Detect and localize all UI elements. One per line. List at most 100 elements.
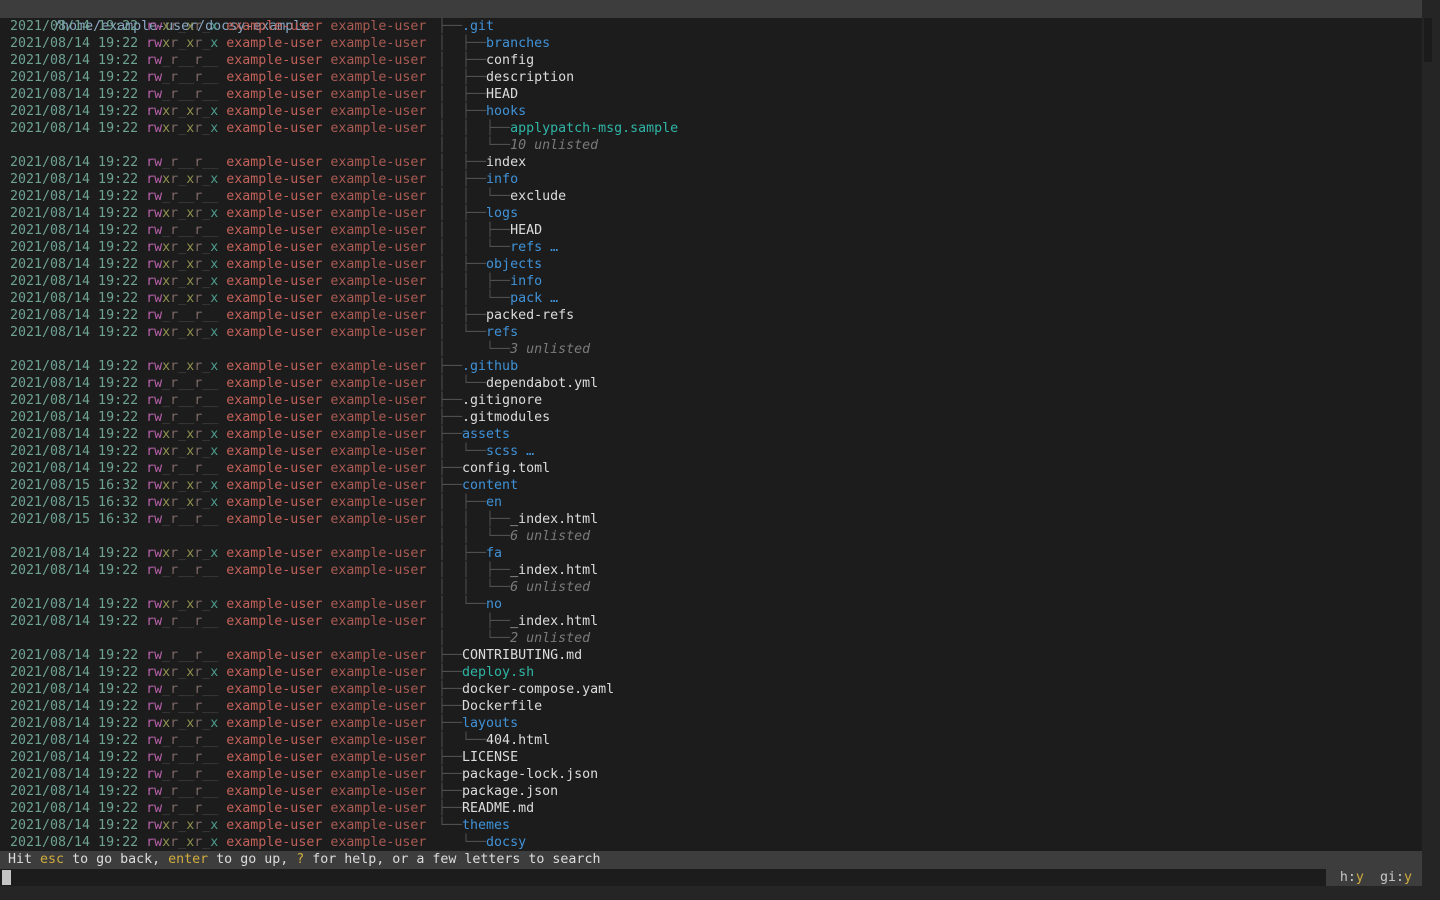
file-row[interactable]: │ └──2 unlisted	[0, 630, 1422, 647]
file-row[interactable]: 2021/08/14 19:22 rw_r__r__ example-user …	[0, 613, 1422, 630]
file-row[interactable]: 2021/08/14 19:22 rw_r__r__ example-user …	[0, 188, 1422, 205]
tree-entry-name[interactable]: config	[486, 53, 534, 68]
scrollbar[interactable]	[1422, 0, 1440, 900]
file-row[interactable]: 2021/08/14 19:22 rwxr_xr_x example-user …	[0, 817, 1422, 834]
tree-entry-name[interactable]: index	[486, 155, 526, 170]
file-row[interactable]: 2021/08/14 19:22 rwxr_xr_x example-user …	[0, 545, 1422, 562]
tree-entry-name[interactable]: docsy	[486, 835, 526, 850]
file-row[interactable]: 2021/08/14 19:22 rw_r__r__ example-user …	[0, 749, 1422, 766]
file-row[interactable]: 2021/08/14 19:22 rwxr_xr_x example-user …	[0, 273, 1422, 290]
tree-entry-name[interactable]: dependabot.yml	[486, 376, 598, 391]
file-row[interactable]: 2021/08/14 19:22 rwxr_xr_x example-user …	[0, 426, 1422, 443]
file-row[interactable]: 2021/08/14 19:22 rw_r__r__ example-user …	[0, 375, 1422, 392]
file-row[interactable]: │ └──3 unlisted	[0, 341, 1422, 358]
file-row[interactable]: 2021/08/14 19:22 rwxr_xr_x example-user …	[0, 443, 1422, 460]
tree-entry-name[interactable]: applypatch-msg.sample	[510, 121, 678, 136]
permissions: rw_r__r__	[146, 410, 218, 425]
tree-entry-name[interactable]: .gitignore	[462, 393, 542, 408]
file-row[interactable]: 2021/08/15 16:32 rwxr_xr_x example-user …	[0, 477, 1422, 494]
file-row[interactable]: 2021/08/14 19:22 rw_r__r__ example-user …	[0, 460, 1422, 477]
tree-entry-name[interactable]: README.md	[462, 801, 534, 816]
tree-entry-name[interactable]: themes	[462, 818, 510, 833]
file-row[interactable]: 2021/08/14 19:22 rw_r__r__ example-user …	[0, 69, 1422, 86]
file-row[interactable]: 2021/08/14 19:22 rw_r__r__ example-user …	[0, 52, 1422, 69]
file-row[interactable]: 2021/08/15 16:32 rwxr_xr_x example-user …	[0, 494, 1422, 511]
file-row[interactable]: 2021/08/14 19:22 rwxr_xr_x example-user …	[0, 358, 1422, 375]
search-input[interactable]: h:y gi:y	[0, 869, 1422, 886]
file-row[interactable]: 2021/08/14 19:22 rwxr_xr_x example-user …	[0, 324, 1422, 341]
tree-entry-name[interactable]: content	[462, 478, 518, 493]
file-row[interactable]: 2021/08/14 19:22 rw_r__r__ example-user …	[0, 766, 1422, 783]
tree-entry-name[interactable]: HEAD	[486, 87, 518, 102]
tree-entry-name[interactable]: refs	[510, 240, 542, 255]
file-row[interactable]: 2021/08/14 19:22 rwxr_xr_x example-user …	[0, 664, 1422, 681]
tree-entry-name[interactable]: exclude	[510, 189, 566, 204]
scrollbar-thumb[interactable]	[1424, 18, 1432, 62]
permissions: rw_r__r__	[146, 223, 218, 238]
file-row[interactable]: 2021/08/14 19:22 rw_r__r__ example-user …	[0, 562, 1422, 579]
tree-entry-name[interactable]: assets	[462, 427, 510, 442]
file-row[interactable]: 2021/08/14 19:22 rw_r__r__ example-user …	[0, 409, 1422, 426]
file-row[interactable]: 2021/08/14 19:22 rwxr_xr_x example-user …	[0, 18, 1422, 35]
file-row[interactable]: 2021/08/14 19:22 rwxr_xr_x example-user …	[0, 715, 1422, 732]
tree-entry-name[interactable]: no	[486, 597, 502, 612]
file-row[interactable]: 2021/08/14 19:22 rw_r__r__ example-user …	[0, 783, 1422, 800]
file-row[interactable]: 2021/08/14 19:22 rwxr_xr_x example-user …	[0, 834, 1422, 851]
file-row[interactable]: 2021/08/14 19:22 rwxr_xr_x example-user …	[0, 35, 1422, 52]
tree-entry-name[interactable]: fa	[486, 546, 502, 561]
tree-entry-name[interactable]: layouts	[462, 716, 518, 731]
tree-entry-name[interactable]: package.json	[462, 784, 558, 799]
file-row[interactable]: 2021/08/14 19:22 rwxr_xr_x example-user …	[0, 290, 1422, 307]
permissions: rwxr_xr_x	[146, 818, 218, 833]
tree-entry-name[interactable]: Dockerfile	[462, 699, 542, 714]
tree-entry-name[interactable]: 404.html	[486, 733, 550, 748]
file-row[interactable]: │ │ └──6 unlisted	[0, 528, 1422, 545]
file-row[interactable]: 2021/08/14 19:22 rwxr_xr_x example-user …	[0, 171, 1422, 188]
tree-entry-name[interactable]: .git	[462, 19, 494, 34]
tree-entry-name[interactable]: .github	[462, 359, 518, 374]
tree-entry-name[interactable]: HEAD	[510, 223, 542, 238]
file-row[interactable]: 2021/08/14 19:22 rw_r__r__ example-user …	[0, 647, 1422, 664]
file-row[interactable]: 2021/08/14 19:22 rw_r__r__ example-user …	[0, 222, 1422, 239]
tree-entry-name[interactable]: _index.html	[510, 512, 598, 527]
file-row[interactable]: 2021/08/14 19:22 rwxr_xr_x example-user …	[0, 205, 1422, 222]
file-row[interactable]: 2021/08/14 19:22 rw_r__r__ example-user …	[0, 732, 1422, 749]
tree-entry-name[interactable]: config.toml	[462, 461, 550, 476]
tree-branch: │ │ └──	[438, 189, 510, 204]
tree-entry-name[interactable]: description	[486, 70, 574, 85]
tree-entry-name[interactable]: logs	[486, 206, 518, 221]
tree-entry-name[interactable]: docker-compose.yaml	[462, 682, 614, 697]
file-row[interactable]: 2021/08/14 19:22 rw_r__r__ example-user …	[0, 307, 1422, 324]
tree-entry-name[interactable]: package-lock.json	[462, 767, 598, 782]
tree-entry-name[interactable]: hooks	[486, 104, 526, 119]
file-row[interactable]: 2021/08/14 19:22 rw_r__r__ example-user …	[0, 154, 1422, 171]
file-row[interactable]: │ │ └──6 unlisted	[0, 579, 1422, 596]
file-row[interactable]: 2021/08/14 19:22 rw_r__r__ example-user …	[0, 698, 1422, 715]
file-row[interactable]: 2021/08/14 19:22 rwxr_xr_x example-user …	[0, 120, 1422, 137]
tree-entry-name[interactable]: _index.html	[510, 563, 598, 578]
tree-entry-name[interactable]: packed-refs	[486, 308, 574, 323]
file-row[interactable]: 2021/08/14 19:22 rwxr_xr_x example-user …	[0, 256, 1422, 273]
tree-entry-name[interactable]: deploy.sh	[462, 665, 534, 680]
file-row[interactable]: 2021/08/14 19:22 rwxr_xr_x example-user …	[0, 103, 1422, 120]
file-row[interactable]: 2021/08/14 19:22 rwxr_xr_x example-user …	[0, 239, 1422, 256]
tree-entry-name[interactable]: en	[486, 495, 502, 510]
tree-entry-name[interactable]: refs	[486, 325, 518, 340]
tree-entry-name[interactable]: pack	[510, 291, 542, 306]
tree-entry-name[interactable]: info	[486, 172, 518, 187]
file-row[interactable]: 2021/08/14 19:22 rw_r__r__ example-user …	[0, 392, 1422, 409]
tree-entry-name[interactable]: info	[510, 274, 542, 289]
tree-entry-name[interactable]: _index.html	[510, 614, 598, 629]
tree-entry-name[interactable]: .gitmodules	[462, 410, 550, 425]
file-row[interactable]: 2021/08/14 19:22 rw_r__r__ example-user …	[0, 800, 1422, 817]
tree-entry-name[interactable]: branches	[486, 36, 550, 51]
file-row[interactable]: 2021/08/14 19:22 rw_r__r__ example-user …	[0, 681, 1422, 698]
file-row[interactable]: 2021/08/15 16:32 rw_r__r__ example-user …	[0, 511, 1422, 528]
file-row[interactable]: 2021/08/14 19:22 rwxr_xr_x example-user …	[0, 596, 1422, 613]
tree-entry-name[interactable]: objects	[486, 257, 542, 272]
file-row[interactable]: │ │ └──10 unlisted	[0, 137, 1422, 154]
tree-entry-name[interactable]: scss	[486, 444, 518, 459]
tree-entry-name[interactable]: CONTRIBUTING.md	[462, 648, 582, 663]
tree-entry-name[interactable]: LICENSE	[462, 750, 518, 765]
file-row[interactable]: 2021/08/14 19:22 rw_r__r__ example-user …	[0, 86, 1422, 103]
